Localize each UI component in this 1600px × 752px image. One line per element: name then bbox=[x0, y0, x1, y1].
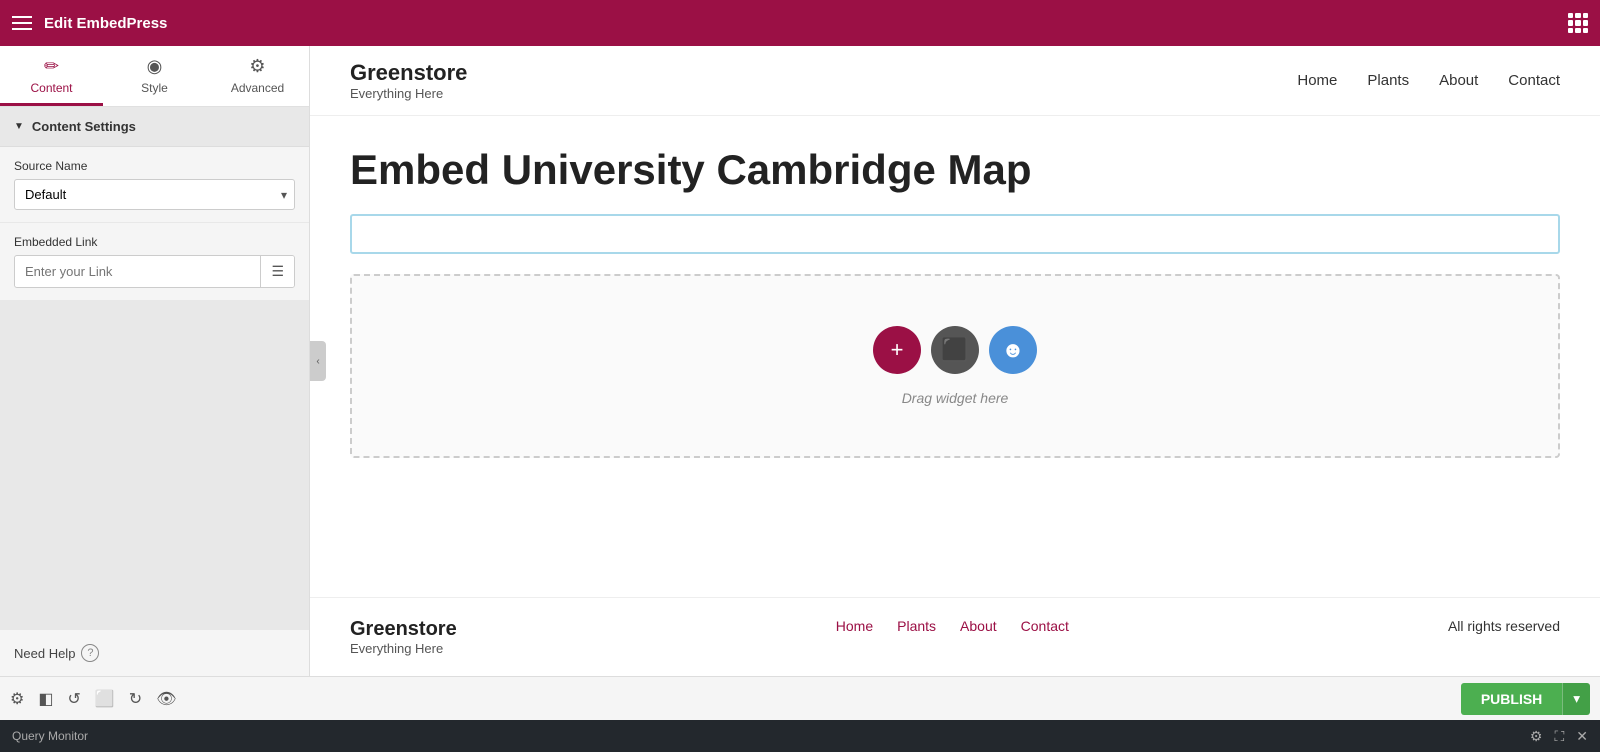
site-header: Greenstore Everything Here Home Plants A… bbox=[310, 46, 1600, 116]
qm-fullscreen-icon[interactable]: ⛶ bbox=[1554, 728, 1564, 745]
nav-contact[interactable]: Contact bbox=[1508, 72, 1560, 89]
brand-name: Greenstore bbox=[350, 60, 467, 86]
layers-icon[interactable]: ◧ bbox=[38, 689, 53, 709]
tab-style-label: Style bbox=[141, 81, 168, 95]
source-name-select[interactable]: Default bbox=[14, 179, 295, 210]
section-title: Content Settings bbox=[32, 119, 136, 134]
content-settings-header[interactable]: ▼ Content Settings bbox=[0, 107, 309, 147]
need-help-label: Need Help bbox=[14, 646, 75, 661]
main-content: Greenstore Everything Here Home Plants A… bbox=[310, 46, 1600, 676]
person-widget-button[interactable]: ☻ bbox=[989, 326, 1037, 374]
link-options-icon[interactable]: ☰ bbox=[260, 256, 294, 287]
folder-widget-button[interactable]: ⬛ bbox=[931, 326, 979, 374]
embed-input-area[interactable] bbox=[350, 214, 1560, 254]
sidebar-gray-area bbox=[0, 300, 309, 630]
site-nav: Home Plants About Contact bbox=[1297, 72, 1560, 89]
publish-button[interactable]: PUBLISH bbox=[1461, 683, 1562, 715]
sidebar-collapse-handle[interactable]: ‹ bbox=[310, 341, 326, 381]
apps-grid-icon[interactable] bbox=[1568, 13, 1588, 33]
publish-wrap: PUBLISH ▾ bbox=[1461, 683, 1590, 715]
query-monitor-bar: Query Monitor ⚙ ⛶ ✕ bbox=[0, 720, 1600, 752]
embedded-link-label: Embedded Link bbox=[14, 235, 295, 249]
qm-settings-icon[interactable]: ⚙ bbox=[1530, 728, 1543, 745]
tab-content[interactable]: ✏ Content bbox=[0, 46, 103, 106]
source-name-group: Source Name Default ▾ bbox=[0, 147, 309, 223]
tab-style[interactable]: ◉ Style bbox=[103, 46, 206, 106]
tab-content-label: Content bbox=[30, 81, 72, 95]
tab-advanced-label: Advanced bbox=[231, 81, 284, 95]
nav-home[interactable]: Home bbox=[1297, 72, 1337, 89]
content-tab-icon: ✏ bbox=[44, 56, 59, 77]
drag-text: Drag widget here bbox=[902, 390, 1009, 406]
brand-tagline: Everything Here bbox=[350, 86, 467, 101]
style-tab-icon: ◉ bbox=[147, 56, 163, 77]
query-monitor-label: Query Monitor bbox=[12, 729, 88, 743]
footer-brand-tagline: Everything Here bbox=[350, 641, 457, 656]
settings-icon[interactable]: ⚙ bbox=[10, 689, 24, 709]
qm-close-icon[interactable]: ✕ bbox=[1576, 728, 1588, 745]
site-brand: Greenstore Everything Here bbox=[350, 60, 467, 101]
add-widget-button[interactable]: + bbox=[873, 326, 921, 374]
site-footer: Greenstore Everything Here Home Plants A… bbox=[310, 597, 1600, 676]
help-icon[interactable]: ? bbox=[81, 644, 99, 662]
embedded-link-group: Embedded Link ☰ bbox=[0, 223, 309, 300]
editor-title: Edit EmbedPress bbox=[44, 15, 167, 32]
footer-rights: All rights reserved bbox=[1448, 618, 1560, 634]
source-name-label: Source Name bbox=[14, 159, 295, 173]
footer-nav-home[interactable]: Home bbox=[836, 618, 873, 634]
widget-drop-zone[interactable]: + ⬛ ☻ Drag widget here bbox=[350, 274, 1560, 458]
bottom-bar-left: ⚙ ◧ ↺ ⬜ ↻ 👁 bbox=[10, 689, 177, 709]
footer-nav-about[interactable]: About bbox=[960, 618, 997, 634]
history-icon[interactable]: ↺ bbox=[67, 689, 80, 709]
collapse-arrow-icon: ▼ bbox=[14, 121, 24, 132]
tab-advanced[interactable]: ⚙ Advanced bbox=[206, 46, 309, 106]
link-input[interactable] bbox=[15, 257, 260, 286]
bottom-bar: ⚙ ◧ ↺ ⬜ ↻ 👁 PUBLISH ▾ bbox=[0, 676, 1600, 720]
footer-brand: Greenstore Everything Here bbox=[350, 618, 457, 656]
footer-nav: Home Plants About Contact bbox=[836, 618, 1069, 634]
footer-nav-plants[interactable]: Plants bbox=[897, 618, 936, 634]
page-title: Embed University Cambridge Map bbox=[350, 146, 1560, 194]
need-help-section: Need Help ? bbox=[0, 630, 309, 676]
nav-plants[interactable]: Plants bbox=[1367, 72, 1409, 89]
page-heading: Embed University Cambridge Map bbox=[310, 116, 1600, 214]
sidebar-tabs: ✏ Content ◉ Style ⚙ Advanced bbox=[0, 46, 309, 107]
publish-dropdown-button[interactable]: ▾ bbox=[1562, 683, 1590, 715]
footer-brand-name: Greenstore bbox=[350, 618, 457, 641]
refresh-icon[interactable]: ↻ bbox=[129, 689, 142, 709]
preview-icon[interactable]: 👁 bbox=[156, 689, 176, 709]
footer-nav-contact[interactable]: Contact bbox=[1021, 618, 1069, 634]
advanced-tab-icon: ⚙ bbox=[249, 56, 265, 77]
link-input-wrap: ☰ bbox=[14, 255, 295, 288]
sidebar: ✏ Content ◉ Style ⚙ Advanced ▼ Content S… bbox=[0, 46, 310, 676]
nav-about[interactable]: About bbox=[1439, 72, 1478, 89]
responsive-icon[interactable]: ⬜ bbox=[95, 689, 115, 709]
query-monitor-right: ⚙ ⛶ ✕ bbox=[1530, 728, 1588, 745]
widget-buttons: + ⬛ ☻ bbox=[873, 326, 1037, 374]
hamburger-menu-icon[interactable] bbox=[12, 16, 32, 30]
top-bar: Edit EmbedPress bbox=[0, 0, 1600, 46]
